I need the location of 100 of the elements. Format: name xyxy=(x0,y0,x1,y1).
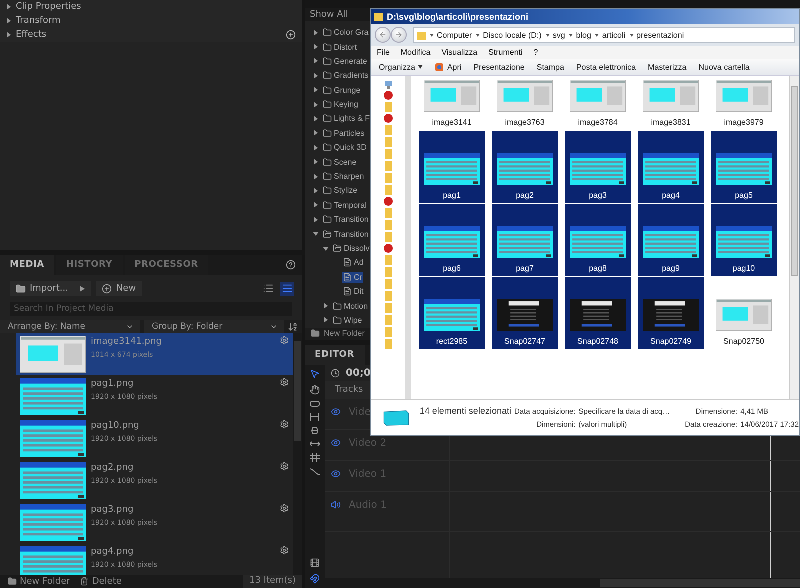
panel-tab[interactable]: MEDIA xyxy=(0,255,54,275)
image-tile[interactable]: image3831 xyxy=(638,76,704,130)
grid-icon[interactable] xyxy=(310,453,320,462)
collapsed-arrow-icon[interactable] xyxy=(323,303,329,310)
collapsed-arrow-icon[interactable] xyxy=(313,44,319,50)
collapsed-arrow-icon[interactable] xyxy=(313,130,319,136)
effect-folder[interactable]: Particles xyxy=(322,128,366,139)
image-tile[interactable]: Snap02749 xyxy=(638,277,704,349)
section-label[interactable]: Effects xyxy=(16,30,282,40)
new-folder-button[interactable]: New Folder xyxy=(324,329,365,338)
expanded-arrow-icon[interactable] xyxy=(313,231,319,238)
effect-folder[interactable]: Transition xyxy=(322,214,370,226)
section-label[interactable]: Transform xyxy=(16,16,296,26)
effect-item[interactable]: Ad xyxy=(342,257,365,268)
expanded-arrow-icon[interactable] xyxy=(323,246,329,252)
collapsed-arrow-icon[interactable] xyxy=(313,116,319,122)
breadcrumb[interactable]: blog xyxy=(576,30,592,40)
menu-item[interactable]: Modifica xyxy=(400,48,431,57)
image-tile[interactable]: pag8 xyxy=(565,204,631,276)
eye-icon[interactable] xyxy=(331,407,341,417)
image-tile[interactable]: pag7 xyxy=(492,204,558,276)
film-icon[interactable] xyxy=(310,558,320,568)
toolbar-button[interactable]: Organizza xyxy=(379,62,424,72)
collapsed-arrow-icon[interactable] xyxy=(313,159,319,166)
collapsed-arrow-icon[interactable] xyxy=(313,58,319,64)
collapsed-arrow-icon[interactable] xyxy=(313,188,319,194)
collapsed-arrow-icon[interactable] xyxy=(313,144,319,151)
speaker-icon[interactable] xyxy=(331,500,341,510)
image-tile[interactable]: pag9 xyxy=(638,204,704,276)
breadcrumb[interactable]: Disco locale (D:) xyxy=(483,30,542,40)
panel-tab[interactable]: EDITOR xyxy=(305,345,364,365)
image-tile[interactable]: pag1 xyxy=(419,131,485,203)
image-tile[interactable]: pag2 xyxy=(492,131,558,203)
arrange-dropdown[interactable]: Arrange By: Name xyxy=(0,320,140,333)
section-label[interactable]: Clip Properties xyxy=(16,2,296,12)
collapsed-arrow-icon[interactable] xyxy=(6,18,12,24)
settings-icon[interactable] xyxy=(280,336,289,345)
effect-folder[interactable]: Color Gra xyxy=(322,27,370,38)
toolbar-button[interactable]: Nuova cartella xyxy=(698,62,750,72)
stretch-icon[interactable] xyxy=(310,441,320,447)
toolbar-button[interactable]: Posta elettronica xyxy=(576,62,636,72)
eye-icon[interactable] xyxy=(331,438,341,448)
new-folder-button[interactable]: New Folder xyxy=(8,576,70,586)
effect-folder[interactable]: Grunge xyxy=(322,84,362,96)
effect-folder[interactable]: Gradients xyxy=(322,70,370,82)
settings-icon[interactable] xyxy=(280,504,289,513)
effect-folder[interactable]: Generate xyxy=(322,56,368,67)
image-tile[interactable]: rect2985 xyxy=(419,277,485,349)
settings-icon[interactable] xyxy=(280,420,289,429)
collapsed-arrow-icon[interactable] xyxy=(313,216,319,223)
effect-folder[interactable]: Scene xyxy=(322,156,358,168)
effect-folder[interactable]: Transition xyxy=(322,228,370,240)
scrollbar[interactable] xyxy=(789,76,799,399)
menu-item[interactable]: Visualizza xyxy=(442,48,478,57)
curve-icon[interactable] xyxy=(310,468,320,476)
settings-icon[interactable] xyxy=(280,546,289,555)
toolbar-button[interactable]: Apri xyxy=(435,62,462,72)
settings-icon[interactable] xyxy=(280,462,289,471)
image-tile[interactable]: pag6 xyxy=(419,204,485,276)
effect-folder[interactable]: Temporal xyxy=(322,200,368,211)
collapsed-arrow-icon[interactable] xyxy=(313,102,319,108)
slip-icon[interactable] xyxy=(310,401,320,407)
help-icon[interactable] xyxy=(286,260,296,270)
details-view-button[interactable] xyxy=(280,282,294,296)
group-dropdown[interactable]: Group By: Folder xyxy=(144,320,284,333)
breadcrumb[interactable]: svg xyxy=(552,30,566,40)
collapsed-arrow-icon[interactable] xyxy=(313,174,319,180)
effect-folder[interactable]: Sharpen xyxy=(322,171,366,182)
effect-item[interactable]: Cr xyxy=(342,272,364,283)
effect-folder[interactable]: Keying xyxy=(322,99,360,110)
effect-folder[interactable]: Wipe xyxy=(332,314,364,326)
effect-folder[interactable]: Dissolv xyxy=(332,243,371,254)
ripple-icon[interactable] xyxy=(310,413,320,421)
image-tile[interactable]: pag3 xyxy=(565,131,631,203)
search-field[interactable]: Search In Project Media xyxy=(10,302,292,316)
collapsed-arrow-icon[interactable] xyxy=(313,30,319,36)
toolbar-button[interactable]: Masterizza xyxy=(648,62,687,72)
breadcrumb[interactable]: Computer xyxy=(437,30,472,40)
import-button[interactable]: Import... xyxy=(10,281,92,296)
effect-folder[interactable]: Quick 3D xyxy=(322,142,368,154)
sort-icon[interactable] xyxy=(288,322,298,332)
collapsed-arrow-icon[interactable] xyxy=(323,317,329,324)
toolbar-button[interactable]: Stampa xyxy=(536,62,564,72)
image-tile[interactable]: image3141 xyxy=(419,76,485,130)
effect-folder[interactable]: Stylize xyxy=(322,185,359,196)
settings-icon[interactable] xyxy=(280,378,289,387)
add-icon[interactable] xyxy=(286,30,296,40)
image-tile[interactable]: pag5 xyxy=(711,131,777,203)
filter-label[interactable]: Show All xyxy=(310,10,348,20)
effect-folder[interactable]: Distort xyxy=(322,42,358,53)
effect-folder[interactable]: Motion xyxy=(332,300,370,312)
pointer-icon[interactable] xyxy=(310,369,320,379)
image-tile[interactable]: image3784 xyxy=(565,76,631,130)
collapsed-arrow-icon[interactable] xyxy=(6,32,12,38)
breadcrumb[interactable]: articoli xyxy=(602,30,626,40)
effect-folder[interactable]: Lights & F xyxy=(322,113,372,124)
magnet-icon[interactable] xyxy=(310,574,320,584)
effect-item[interactable]: Dit xyxy=(342,286,365,298)
scrollbar[interactable] xyxy=(600,579,800,587)
menu-item[interactable]: Strumenti xyxy=(488,48,523,57)
